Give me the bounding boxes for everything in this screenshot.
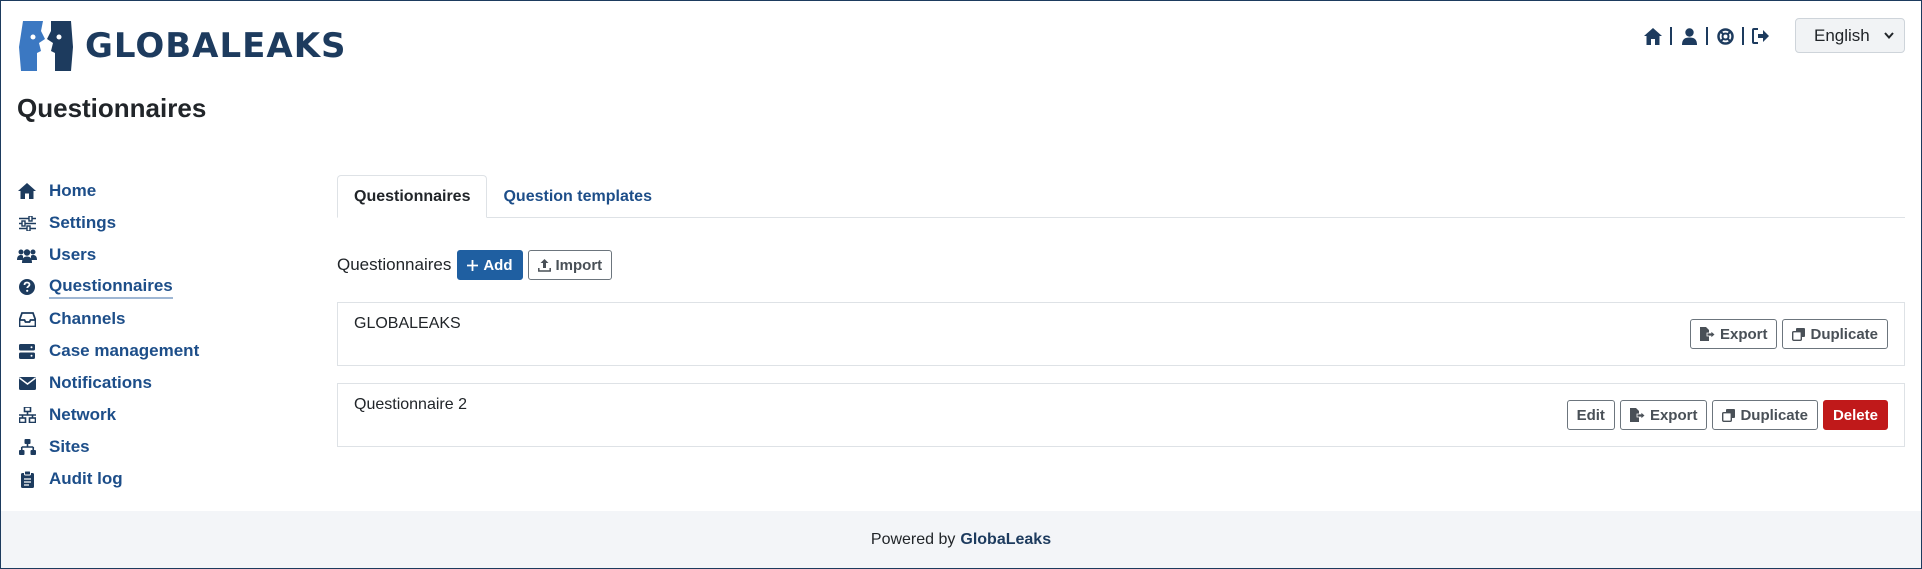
sidebar-item-case-management[interactable]: Case management xyxy=(17,335,257,367)
sidebar-item-questionnaires[interactable]: Questionnaires xyxy=(17,271,257,303)
duplicate-button[interactable]: Duplicate xyxy=(1782,319,1888,349)
duplicate-button-label: Duplicate xyxy=(1740,406,1808,424)
export-button[interactable]: Export xyxy=(1619,400,1708,430)
add-button-label: Add xyxy=(483,256,513,274)
add-button[interactable]: Add xyxy=(457,250,523,280)
server-icon xyxy=(17,341,37,361)
sidebar-item-notifications[interactable]: Notifications xyxy=(17,367,257,399)
sidebar-item-settings[interactable]: Settings xyxy=(17,207,257,239)
questionnaires-toolbar: Questionnaires Add Import xyxy=(337,250,1905,280)
export-button[interactable]: Export xyxy=(1689,319,1778,349)
sidebar-item-label: Sites xyxy=(49,437,90,456)
duplicate-button[interactable]: Duplicate xyxy=(1712,400,1818,430)
network-icon xyxy=(17,405,37,425)
questionnaire-actions: Edit Export Duplicate Delete xyxy=(1566,400,1888,430)
home-icon xyxy=(17,181,37,201)
sidebar-item-users[interactable]: Users xyxy=(17,239,257,271)
sidebar-item-label: Channels xyxy=(49,309,126,328)
sidebar-item-channels[interactable]: Channels xyxy=(17,303,257,335)
nav-separator xyxy=(1706,27,1708,45)
tab-question-templates[interactable]: Question templates xyxy=(487,175,667,218)
export-button-label: Export xyxy=(1719,325,1768,343)
delete-button[interactable]: Delete xyxy=(1822,400,1888,430)
toolbar-label: Questionnaires xyxy=(337,255,452,274)
sidebar: Home Settings Users Questionnaires Chann… xyxy=(17,175,257,495)
import-button-label: Import xyxy=(555,256,603,274)
nav-separator xyxy=(1670,27,1672,45)
support-icon[interactable] xyxy=(1715,26,1735,46)
export-button-label: Export xyxy=(1649,406,1698,424)
sidebar-item-sites[interactable]: Sites xyxy=(17,431,257,463)
sidebar-item-label: Settings xyxy=(49,213,117,232)
questionnaire-item: GLOBALEAKS Export Duplicate xyxy=(337,302,1905,366)
logo[interactable]: GLOBALEAKS xyxy=(17,17,347,75)
nav-separator xyxy=(1742,27,1744,45)
top-nav xyxy=(1643,25,1771,47)
questionnaire-actions: Export Duplicate xyxy=(1689,319,1888,349)
main-content: Questionnaires Question templates Questi… xyxy=(337,175,1905,447)
home-icon[interactable] xyxy=(1643,26,1663,46)
upload-icon xyxy=(537,258,551,272)
footer-brand-link[interactable]: GlobaLeaks xyxy=(960,531,1051,549)
questionnaire-name: Questionnaire 2 xyxy=(354,396,467,413)
users-icon xyxy=(17,245,37,265)
language-selected: English xyxy=(1814,25,1870,45)
sidebar-item-network[interactable]: Network xyxy=(17,399,257,431)
sitemap-icon xyxy=(17,437,37,457)
sidebar-item-audit-log[interactable]: Audit log xyxy=(17,463,257,495)
delete-button-label: Delete xyxy=(1832,406,1878,424)
footer-prefix: Powered by xyxy=(870,530,956,548)
globaleaks-logo-icon xyxy=(19,21,73,71)
page-title: Questionnaires xyxy=(17,93,207,123)
chevron-down-icon xyxy=(1884,32,1894,39)
sidebar-item-label: Network xyxy=(49,405,117,424)
sliders-icon xyxy=(17,213,37,233)
sidebar-item-label: Users xyxy=(49,245,97,264)
sidebar-item-label: Notifications xyxy=(49,373,152,392)
tab-questionnaires[interactable]: Questionnaires xyxy=(337,175,488,218)
logo-text: GLOBALEAKS xyxy=(85,26,347,66)
logout-icon[interactable] xyxy=(1751,26,1771,46)
user-icon[interactable] xyxy=(1679,26,1699,46)
duplicate-button-label: Duplicate xyxy=(1810,325,1878,343)
sidebar-item-label: Home xyxy=(49,181,97,200)
sidebar-item-label: Audit log xyxy=(49,469,123,488)
tab-bar: Questionnaires Question templates xyxy=(337,175,1905,218)
sidebar-item-label: Case management xyxy=(49,341,200,360)
edit-button-label: Edit xyxy=(1576,406,1605,424)
sidebar-item-home[interactable]: Home xyxy=(17,175,257,207)
file-export-icon xyxy=(1699,327,1715,341)
language-select[interactable]: English xyxy=(1795,18,1905,53)
clipboard-icon xyxy=(17,469,37,489)
import-button[interactable]: Import xyxy=(527,250,613,280)
inbox-icon xyxy=(17,309,37,329)
edit-button[interactable]: Edit xyxy=(1566,400,1615,430)
sidebar-item-label: Questionnaires xyxy=(49,276,173,299)
app-frame: GLOBALEAKS English Questionnaires Home S… xyxy=(1,1,1921,568)
questionnaire-item: Questionnaire 2 Edit Export Duplicate De… xyxy=(337,383,1905,447)
envelope-icon xyxy=(17,373,37,393)
copy-icon xyxy=(1792,327,1806,341)
plus-icon xyxy=(467,259,479,271)
questionnaire-name: GLOBALEAKS xyxy=(354,315,461,332)
file-export-icon xyxy=(1629,408,1645,422)
copy-icon xyxy=(1722,408,1736,422)
footer: Powered by GlobaLeaks xyxy=(1,511,1921,568)
question-circle-icon xyxy=(17,277,37,297)
